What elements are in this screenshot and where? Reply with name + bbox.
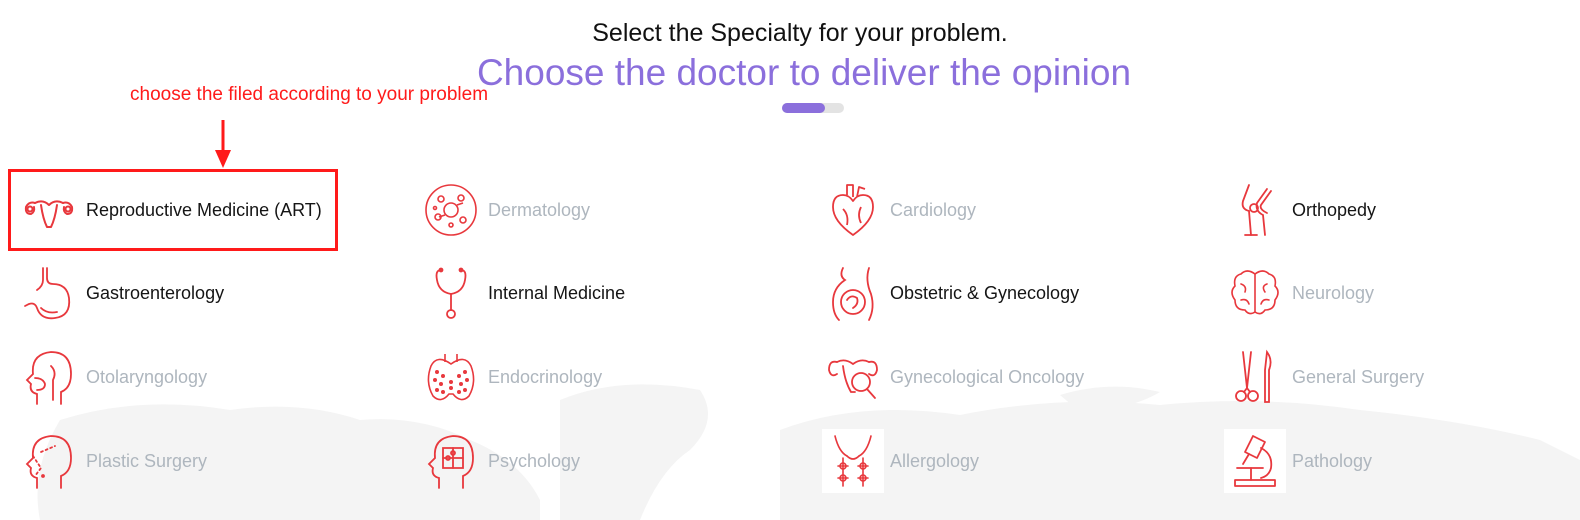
stomach-icon [18,261,80,325]
specialty-internal-medicine[interactable]: Internal Medicine [420,261,780,325]
specialty-gynecological-oncology[interactable]: Gynecological Oncology [822,345,1182,409]
specialty-dermatology[interactable]: Dermatology [420,178,780,242]
specialty-gastroenterology[interactable]: Gastroenterology [18,261,378,325]
annotation-highlight-box [8,169,338,251]
microscope-icon [1224,429,1286,493]
specialty-label: Internal Medicine [488,282,626,303]
specialty-label: Pathology [1292,450,1373,471]
specialty-endocrinology[interactable]: Endocrinology [420,345,780,409]
specialty-label: General Surgery [1292,366,1425,387]
specialty-label: Plastic Surgery [86,450,208,471]
specialty-allergology[interactable]: Allergology [822,429,1182,493]
specialty-label: Otolaryngology [86,366,208,387]
annotation-arrow-icon [215,120,231,168]
surgical-tools-icon [1224,345,1286,409]
specialty-pathology[interactable]: Pathology [1224,429,1580,493]
face-marking-icon [18,429,80,493]
head-puzzle-icon [420,429,482,493]
annotation-note: choose the filed according to your probl… [130,84,489,105]
page-subtitle: Select the Specialty for your problem. [592,19,1008,47]
specialty-orthopedy[interactable]: Orthopedy [1224,178,1580,242]
knee-joint-icon [1224,178,1286,242]
step-progress-bar [782,103,844,113]
specialty-plastic-surgery[interactable]: Plastic Surgery [18,429,378,493]
heart-icon [822,178,884,242]
specialty-otolaryngology[interactable]: Otolaryngology [18,345,378,409]
specialty-psychology[interactable]: Psychology [420,429,780,493]
brain-icon [1224,261,1286,325]
thyroid-icon [420,345,482,409]
pregnant-belly-icon [822,261,884,325]
specialty-label: Dermatology [488,199,591,220]
specialty-obstetric-gynecology[interactable]: Obstetric & Gynecology [822,261,1182,325]
skin-cells-icon [420,178,482,242]
specialty-label: Endocrinology [488,366,603,387]
specialty-label: Cardiology [890,199,977,220]
specialty-label: Neurology [1292,282,1375,303]
specialty-label: Psychology [488,450,581,471]
head-throat-icon [18,345,80,409]
specialty-neurology[interactable]: Neurology [1224,261,1580,325]
specialty-label: Gynecological Oncology [890,366,1085,387]
uterus-magnifier-icon [822,345,884,409]
specialty-label: Obstetric & Gynecology [890,282,1080,303]
specialty-label: Orthopedy [1292,199,1377,220]
nose-allergy-icon [822,429,884,493]
stethoscope-icon [420,261,482,325]
specialty-cardiology[interactable]: Cardiology [822,178,1182,242]
specialty-label: Gastroenterology [86,282,225,303]
step-progress-fill [782,103,825,113]
specialty-general-surgery[interactable]: General Surgery [1224,345,1580,409]
specialty-label: Allergology [890,450,980,471]
